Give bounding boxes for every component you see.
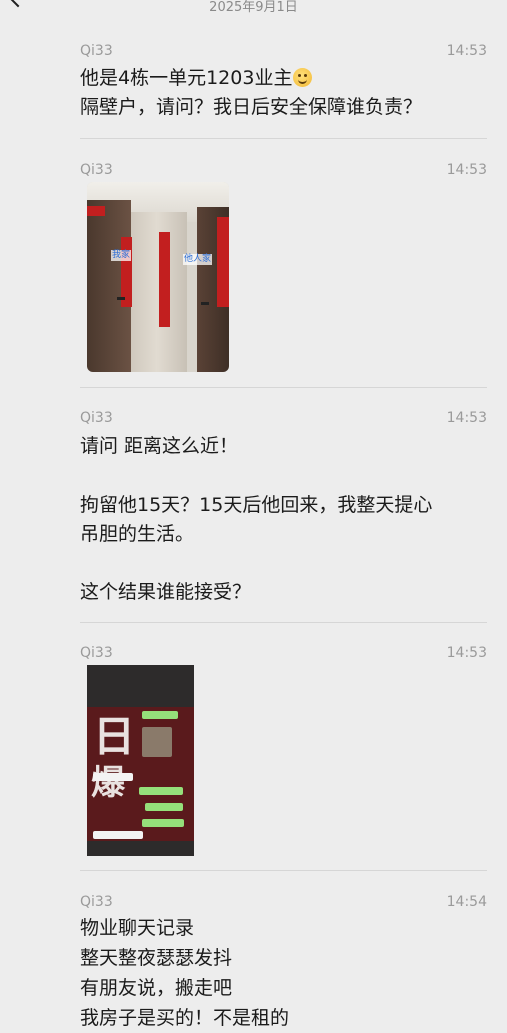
- message-text-line: 这个结果谁能接受？: [80, 581, 252, 603]
- message-text-line: 物业聊天记录: [80, 917, 195, 939]
- photo-wall: [127, 212, 187, 372]
- photo-door-handle: [117, 297, 125, 300]
- message-time: 14:53: [446, 43, 487, 59]
- sender-name: Qi33: [80, 410, 113, 426]
- message-divider: [80, 138, 487, 139]
- sender-name: Qi33: [80, 162, 113, 178]
- photo-footer: [87, 841, 194, 856]
- message-time: 14:53: [446, 162, 487, 178]
- sender-name: Qi33: [80, 645, 113, 661]
- photo-banner: [87, 206, 105, 216]
- photo-bubble: [139, 787, 183, 795]
- message-time: 14:53: [446, 410, 487, 426]
- photo-label: 他人家: [183, 254, 213, 265]
- photo-embedded-image: [142, 727, 172, 757]
- message-time: 14:54: [446, 894, 487, 910]
- sender-name: Qi33: [80, 43, 113, 59]
- message-divider: [80, 870, 487, 871]
- photo-bubble: [93, 773, 133, 781]
- top-bar: 2025年9月1日: [0, 0, 507, 22]
- date-header: 2025年9月1日: [209, 0, 298, 15]
- message-text-line: 他是4栋一单元1203业主: [80, 64, 313, 93]
- chat-screenshot-photo[interactable]: 日 爆: [87, 665, 194, 856]
- message-text-line: 拘留他15天？15天后他回来，我整天提心: [80, 494, 433, 516]
- message-text-line: 隔壁户，请问？我日后安全保障谁负责？: [80, 96, 423, 118]
- photo-label: 我家: [111, 250, 132, 261]
- message-text-line: 吊胆的生活。: [80, 523, 195, 545]
- message-divider: [80, 622, 487, 623]
- smile-emoji-icon: [293, 68, 313, 87]
- message-item: Qi33 14:53 他是4栋一单元1203业主 隔壁户，请问？我日后安全保障谁…: [80, 43, 487, 133]
- message-text-line: 整天整夜瑟瑟发抖: [80, 947, 233, 969]
- sender-name: Qi33: [80, 894, 113, 910]
- photo-header: [87, 665, 194, 707]
- message-item: Qi33 14:54 物业聊天记录 整天整夜瑟瑟发抖 有朋友说，搬走吧 我房子是…: [80, 894, 487, 1029]
- message-time: 14:53: [446, 645, 487, 661]
- photo-couplet-far: [217, 217, 229, 307]
- message-text-line: 请问 距离这么近！: [80, 435, 239, 457]
- message-item: Qi33 14:53 请问 距离这么近！ 拘留他15天？15天后他回来，我整天提…: [80, 410, 487, 610]
- photo-big-char: 日: [93, 712, 136, 761]
- photo-bubble: [145, 803, 183, 811]
- photo-big-char: 爆: [91, 763, 125, 803]
- message-text-line: 我房子是买的！不是租的: [80, 1007, 290, 1029]
- message-text-line: 有朋友说，搬走吧: [80, 977, 233, 999]
- message-divider: [80, 387, 487, 388]
- photo-bubble: [93, 831, 143, 839]
- photo-door-handle: [201, 302, 209, 305]
- photo-bubble: [142, 819, 184, 827]
- photo-bubble: [142, 711, 178, 719]
- hallway-photo[interactable]: 我家 他人家: [87, 182, 229, 372]
- photo-couplet-right: [159, 232, 170, 327]
